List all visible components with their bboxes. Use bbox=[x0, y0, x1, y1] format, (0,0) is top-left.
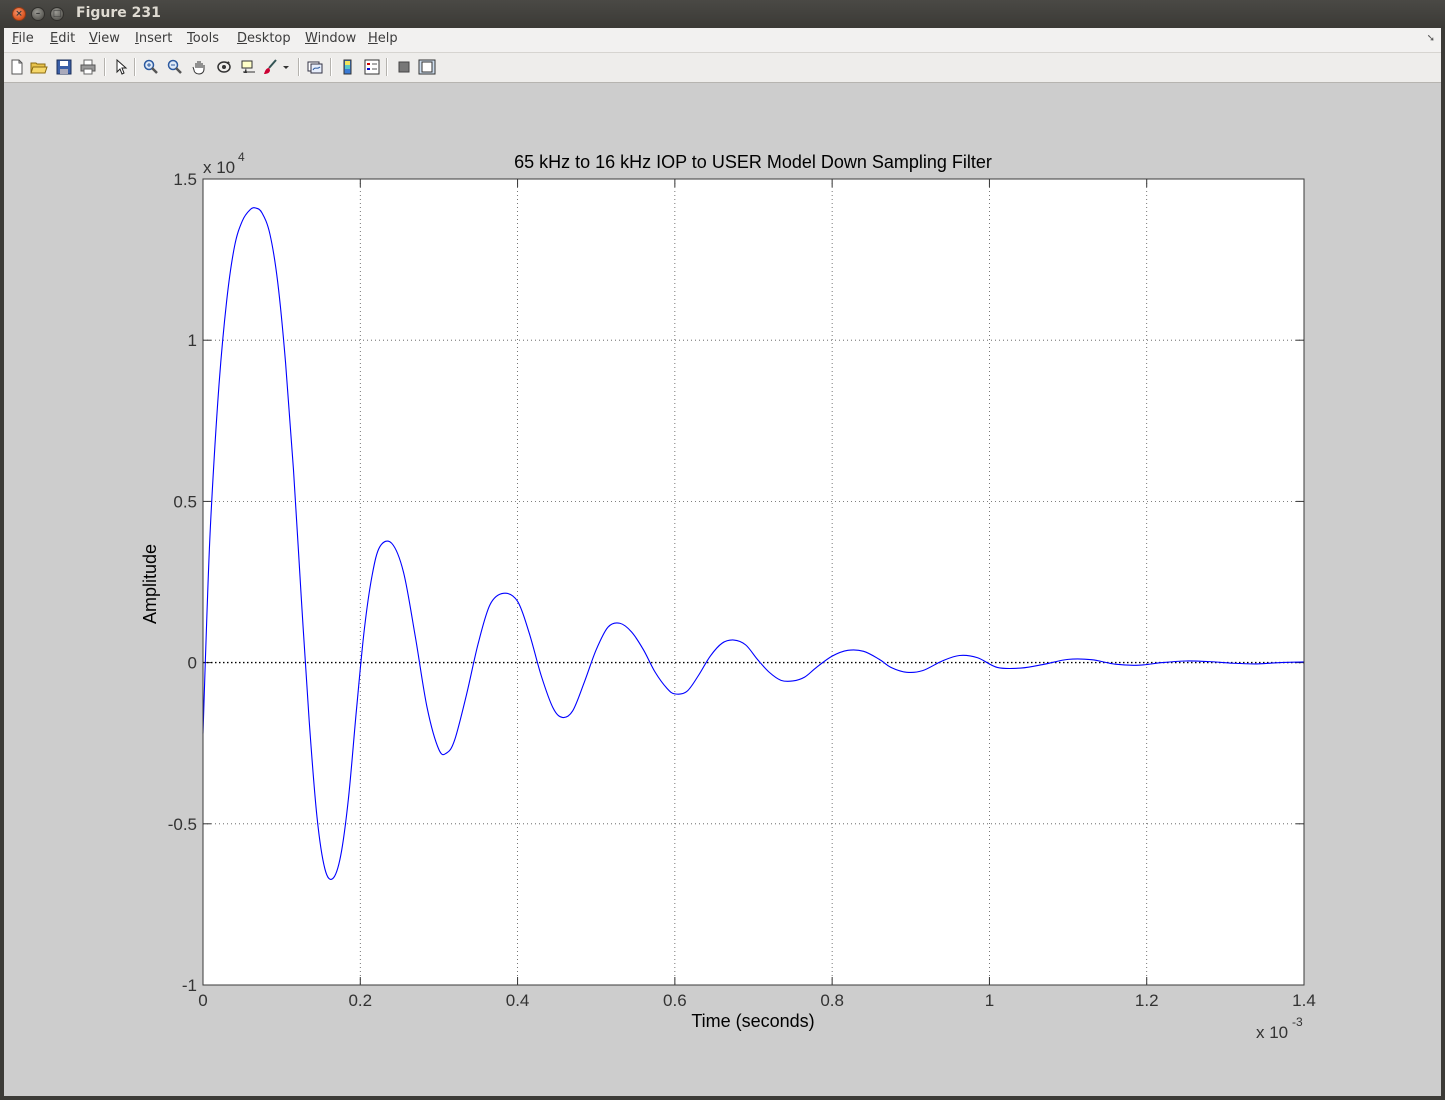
window-titlebar[interactable]: × – □ Figure 231 bbox=[0, 0, 1445, 28]
brush-dropdown-button[interactable] bbox=[281, 57, 291, 77]
window-title: Figure 231 bbox=[76, 5, 161, 21]
edit-plot-button[interactable] bbox=[111, 57, 131, 77]
menu-desktop-mnemonic: D bbox=[237, 31, 248, 46]
menu-edit-rest: dit bbox=[58, 31, 76, 46]
maximize-icon: □ bbox=[52, 9, 62, 19]
menu-window-mnemonic: W bbox=[305, 31, 318, 46]
insert-colorbar-icon bbox=[343, 59, 352, 75]
insert-legend-button[interactable] bbox=[362, 57, 382, 77]
menu-edit[interactable]: Edit bbox=[50, 31, 75, 46]
x-exponent-label: x 10 bbox=[1256, 1023, 1288, 1042]
zoom-in-button[interactable] bbox=[141, 57, 161, 77]
pan-hand-icon bbox=[192, 61, 205, 75]
brush-icon bbox=[264, 59, 277, 74]
menu-view-rest: iew bbox=[97, 31, 120, 46]
x-tick-label: 0.4 bbox=[506, 991, 530, 1010]
y-exponent-label: x 10 bbox=[203, 158, 235, 177]
open-file-button[interactable] bbox=[29, 57, 49, 77]
x-tick-label: 0 bbox=[198, 991, 207, 1010]
print-button[interactable] bbox=[78, 57, 98, 77]
x-tick-label: 1.2 bbox=[1135, 991, 1159, 1010]
x-tick-label: 1 bbox=[985, 991, 994, 1010]
menu-desktop[interactable]: Desktop bbox=[237, 31, 291, 46]
menu-help-rest: elp bbox=[377, 31, 398, 46]
toolbar-separator bbox=[134, 58, 136, 76]
chevron-down-icon bbox=[283, 66, 289, 69]
save-icon bbox=[56, 59, 72, 75]
y-tick-label: 1 bbox=[188, 331, 197, 350]
window-border-right bbox=[1441, 28, 1445, 1100]
menu-file-rest: ile bbox=[18, 31, 34, 46]
menu-help[interactable]: Help bbox=[368, 31, 398, 46]
y-tick-label: -1 bbox=[182, 976, 197, 995]
y-tick-labels: -1 -0.5 0 0.5 1 1.5 bbox=[168, 170, 197, 995]
y-tick-label: 0 bbox=[188, 654, 197, 673]
x-tick-labels: 0 0.2 0.4 0.6 0.8 1 1.2 1.4 bbox=[198, 991, 1316, 1010]
menu-window-rest: indow bbox=[317, 31, 357, 46]
pan-button[interactable] bbox=[190, 57, 210, 77]
new-figure-button[interactable] bbox=[7, 57, 27, 77]
new-figure-icon bbox=[11, 59, 23, 75]
zoom-in-icon bbox=[143, 59, 158, 74]
data-cursor-button[interactable] bbox=[238, 57, 258, 77]
y-tick-label: 1.5 bbox=[173, 170, 197, 189]
menu-tools[interactable]: Tools bbox=[187, 31, 219, 46]
show-plot-tools-icon bbox=[418, 59, 436, 75]
insert-legend-icon bbox=[364, 59, 380, 75]
hide-plot-tools-button[interactable] bbox=[394, 57, 414, 77]
window-minimize-button[interactable]: – bbox=[31, 7, 45, 21]
menu-insert[interactable]: Insert bbox=[135, 31, 172, 46]
zoom-out-button[interactable] bbox=[165, 57, 185, 77]
rotate-3d-icon bbox=[217, 61, 231, 73]
menu-view[interactable]: View bbox=[89, 31, 120, 46]
link-plot-button[interactable] bbox=[305, 57, 325, 77]
toolbar-separator bbox=[330, 58, 332, 76]
edit-plot-arrow-icon bbox=[116, 59, 128, 75]
chart-title: 65 kHz to 16 kHz IOP to USER Model Down … bbox=[514, 152, 992, 172]
y-tick-label: -0.5 bbox=[168, 815, 197, 834]
menu-edit-mnemonic: E bbox=[50, 31, 59, 46]
x-tick-label: 1.4 bbox=[1292, 991, 1316, 1010]
save-button[interactable] bbox=[54, 57, 74, 77]
x-tick-label: 0.6 bbox=[663, 991, 687, 1010]
toolbar-separator bbox=[298, 58, 300, 76]
x-exponent-value: -3 bbox=[1292, 1015, 1303, 1029]
rotate-3d-button[interactable] bbox=[214, 57, 234, 77]
open-file-icon bbox=[30, 62, 48, 74]
y-exponent-value: 4 bbox=[238, 150, 245, 164]
menu-bar: File Edit View Insert Tools Desktop Wind… bbox=[4, 28, 1441, 53]
menu-desktop-rest: esktop bbox=[247, 31, 291, 46]
x-axis-label: Time (seconds) bbox=[691, 1011, 814, 1031]
data-cursor-icon bbox=[241, 60, 255, 73]
menu-tools-rest: ools bbox=[192, 31, 220, 46]
close-icon: × bbox=[15, 9, 23, 19]
toolbar-separator bbox=[104, 58, 106, 76]
zoom-out-icon bbox=[167, 59, 182, 74]
y-axis-label: Amplitude bbox=[140, 544, 160, 624]
minimize-icon: – bbox=[35, 9, 41, 19]
window-close-button[interactable]: × bbox=[12, 7, 26, 21]
menu-insert-rest: nsert bbox=[138, 31, 173, 46]
toolbar-separator bbox=[386, 58, 388, 76]
y-tick-label: 0.5 bbox=[173, 492, 197, 511]
plot-area[interactable] bbox=[203, 179, 1304, 985]
window-maximize-button[interactable]: □ bbox=[50, 7, 64, 21]
hide-plot-tools-icon bbox=[398, 61, 410, 73]
brush-button[interactable] bbox=[261, 57, 281, 77]
x-tick-label: 0.8 bbox=[820, 991, 844, 1010]
print-icon bbox=[80, 59, 96, 75]
x-tick-label: 0.2 bbox=[348, 991, 372, 1010]
dock-arrow-icon[interactable]: ➘ bbox=[1427, 33, 1435, 44]
menu-help-mnemonic: H bbox=[368, 31, 378, 46]
insert-colorbar-button[interactable] bbox=[338, 57, 358, 77]
show-plot-tools-button[interactable] bbox=[417, 57, 437, 77]
menu-view-mnemonic: V bbox=[89, 31, 98, 46]
figure-canvas: 0 0.2 0.4 0.6 0.8 1 1.2 1.4 -1 -0.5 0 0.5 1 1.5 65 k… bbox=[140, 150, 1316, 1042]
link-plot-icon bbox=[307, 61, 323, 74]
menu-window[interactable]: Window bbox=[305, 31, 356, 46]
menu-file[interactable]: File bbox=[12, 31, 34, 46]
figure-toolbar bbox=[4, 53, 1441, 83]
window-border-bottom bbox=[0, 1096, 1445, 1100]
